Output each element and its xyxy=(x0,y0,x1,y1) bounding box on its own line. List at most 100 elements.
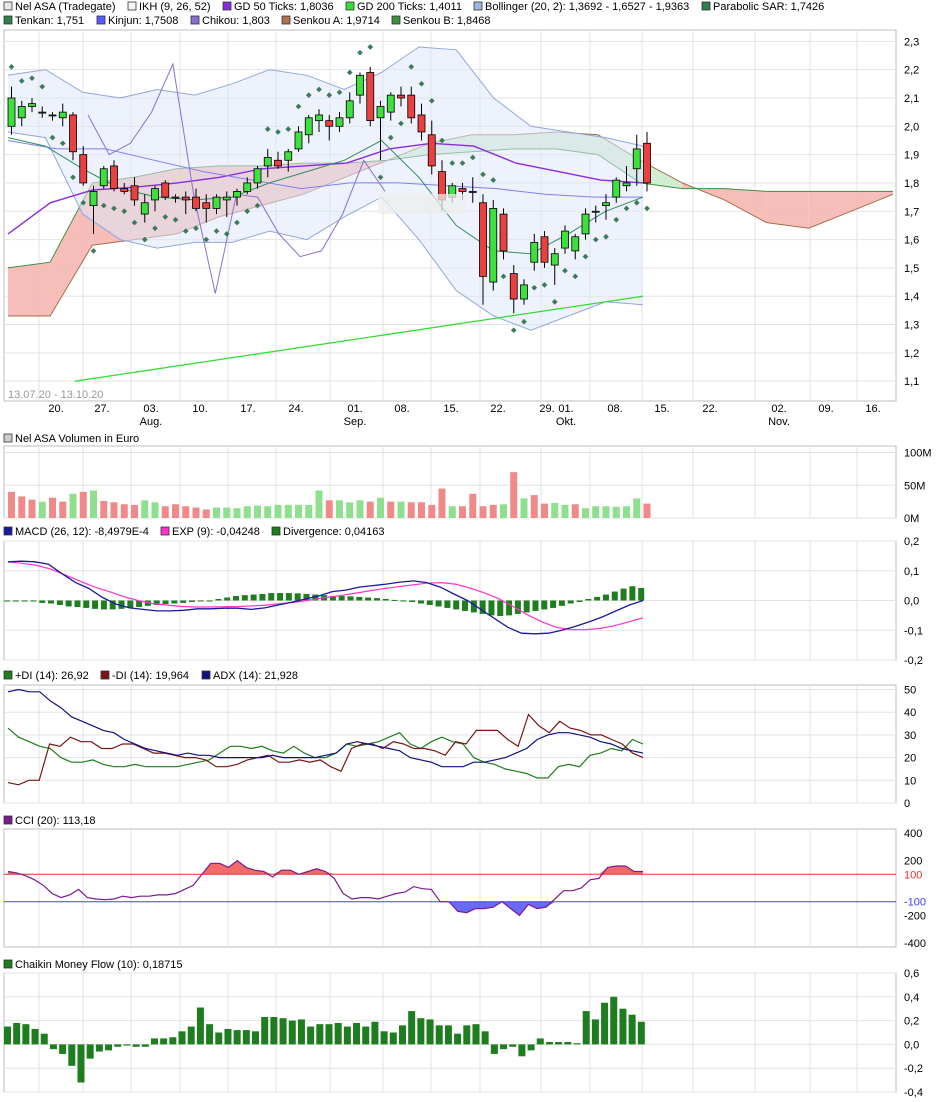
divergence-bar-9 xyxy=(83,600,90,608)
volume-bar-3 xyxy=(38,501,46,518)
price-xtick-3: 10. xyxy=(192,403,207,415)
volume-bar-40 xyxy=(418,502,425,518)
volume-bar-55 xyxy=(571,504,579,518)
volume-bar-35 xyxy=(366,501,374,518)
macd-ytick-2: 0,0 xyxy=(904,596,919,608)
candle-body-31 xyxy=(325,120,334,127)
cmf-bar-3 xyxy=(31,1028,39,1045)
divergence-bar-50 xyxy=(444,600,451,608)
price-xtick-10: 29. xyxy=(539,403,554,415)
cmf-bar-28 xyxy=(261,1017,269,1045)
price-legend-swatch-6 xyxy=(3,15,13,25)
divergence-bar-55 xyxy=(488,600,495,616)
cmf-bar-22 xyxy=(206,1024,214,1045)
price-ytick-0: 2,3 xyxy=(904,36,919,48)
divergence-bar-33 xyxy=(294,593,301,601)
cmf-bar-54 xyxy=(500,1044,508,1050)
price-legend-label-2: GD 50 Ticks: 1,8036 xyxy=(234,1,334,13)
divergence-bar-29 xyxy=(259,593,266,601)
divergence-bar-46 xyxy=(409,600,416,602)
volume-bar-46 xyxy=(479,506,487,518)
price-xtick-sub-2: Aug. xyxy=(140,416,163,428)
price-xtick-0: 20. xyxy=(48,403,63,415)
price-legend-label-7: Kinjun: 1,7508 xyxy=(108,15,178,27)
candle-body-25 xyxy=(263,157,272,167)
volume-bar-52 xyxy=(541,503,548,518)
macd-legend-swatch-2 xyxy=(271,526,281,536)
cmf-bar-21 xyxy=(196,1007,204,1045)
volume-bar-16 xyxy=(172,504,179,518)
price-xtick-8: 15. xyxy=(443,403,458,415)
divergence-bar-10 xyxy=(92,600,99,609)
candle-body-46 xyxy=(479,202,487,277)
candle-body-17 xyxy=(181,196,190,201)
cmf-bar-58 xyxy=(536,1038,544,1045)
divergence-bar-4 xyxy=(39,600,46,603)
price-ytick-3: 2,0 xyxy=(904,121,919,133)
candle-body-49 xyxy=(509,273,518,300)
cmf-bar-56 xyxy=(518,1044,526,1057)
divergence-bar-40 xyxy=(356,596,363,601)
macd-ytick-4: -0,2 xyxy=(904,655,923,667)
candle-body-41 xyxy=(427,134,436,167)
cci-ytick-5: -400 xyxy=(904,938,926,950)
volume-bar-34 xyxy=(356,500,364,518)
price-legend-swatch-0 xyxy=(3,1,13,11)
candle-body-26 xyxy=(274,159,282,167)
price-legend-swatch-7 xyxy=(96,15,106,25)
cmf-bar-44 xyxy=(408,1011,416,1045)
candle-body-23 xyxy=(243,182,252,192)
divergence-bar-11 xyxy=(100,600,107,610)
candle-body-2 xyxy=(28,103,36,107)
volume-bar-11 xyxy=(120,504,128,518)
cmf-bar-11 xyxy=(105,1044,113,1051)
cmf-bar-61 xyxy=(564,1042,572,1045)
cmf-bar-24 xyxy=(224,1028,232,1045)
candle-body-22 xyxy=(233,191,241,198)
cmf-bar-1 xyxy=(13,1022,21,1045)
cmf-bar-66 xyxy=(610,996,618,1045)
divergence-bar-3 xyxy=(30,600,37,602)
volume-bar-43 xyxy=(448,506,456,518)
divergence-bar-60 xyxy=(532,600,539,611)
divergence-bar-44 xyxy=(391,599,398,601)
cmf-legend-swatch-0 xyxy=(3,959,13,969)
candle-body-9 xyxy=(99,168,108,187)
candle-body-62 xyxy=(643,142,651,184)
watermark xyxy=(378,194,466,214)
cmf-bar-20 xyxy=(187,1026,195,1045)
cmf-bar-46 xyxy=(426,1019,434,1045)
divergence-bar-1 xyxy=(12,600,19,602)
divergence-bar-19 xyxy=(171,600,178,604)
divergence-bar-69 xyxy=(611,591,618,601)
volume-bar-17 xyxy=(182,506,190,518)
price-xtick-12: 08. xyxy=(607,403,622,415)
candle-body-7 xyxy=(79,154,88,184)
volume-bar-47 xyxy=(489,504,497,518)
price-legend-label-1: IKH (9, 26, 52) xyxy=(139,1,211,13)
cmf-bar-15 xyxy=(141,1044,149,1047)
dmi-ytick-1: 40 xyxy=(904,707,916,719)
volume-bar-59 xyxy=(612,506,620,518)
volume-bar-41 xyxy=(428,504,436,518)
cmf-bar-2 xyxy=(22,1024,30,1045)
volume-bar-13 xyxy=(141,500,149,518)
volume-bar-42 xyxy=(438,488,446,518)
candle-body-45 xyxy=(468,191,477,193)
divergence-bar-49 xyxy=(435,600,442,607)
divergence-bar-42 xyxy=(373,598,380,601)
volume-bar-38 xyxy=(397,501,405,518)
candle-body-32 xyxy=(335,117,344,127)
divergence-bar-27 xyxy=(241,595,248,601)
candle-body-21 xyxy=(222,196,231,201)
price-legend-swatch-8 xyxy=(190,15,200,25)
cmf-bar-42 xyxy=(389,1032,397,1045)
cmf-bar-40 xyxy=(371,1021,379,1045)
cmf-bar-53 xyxy=(490,1044,498,1054)
price-legend-label-0: Nel ASA (Tradegate) xyxy=(15,1,115,13)
macd-legend-label-0: MACD (26, 12): -8,4979E-4 xyxy=(15,526,149,538)
divergence-bar-62 xyxy=(550,600,557,608)
price-legend-label-4: Bollinger (20, 2): 1,3692 - 1,6527 - 1,9… xyxy=(485,1,689,13)
divergence-bar-28 xyxy=(250,594,257,601)
cmf-bar-67 xyxy=(619,1008,627,1045)
